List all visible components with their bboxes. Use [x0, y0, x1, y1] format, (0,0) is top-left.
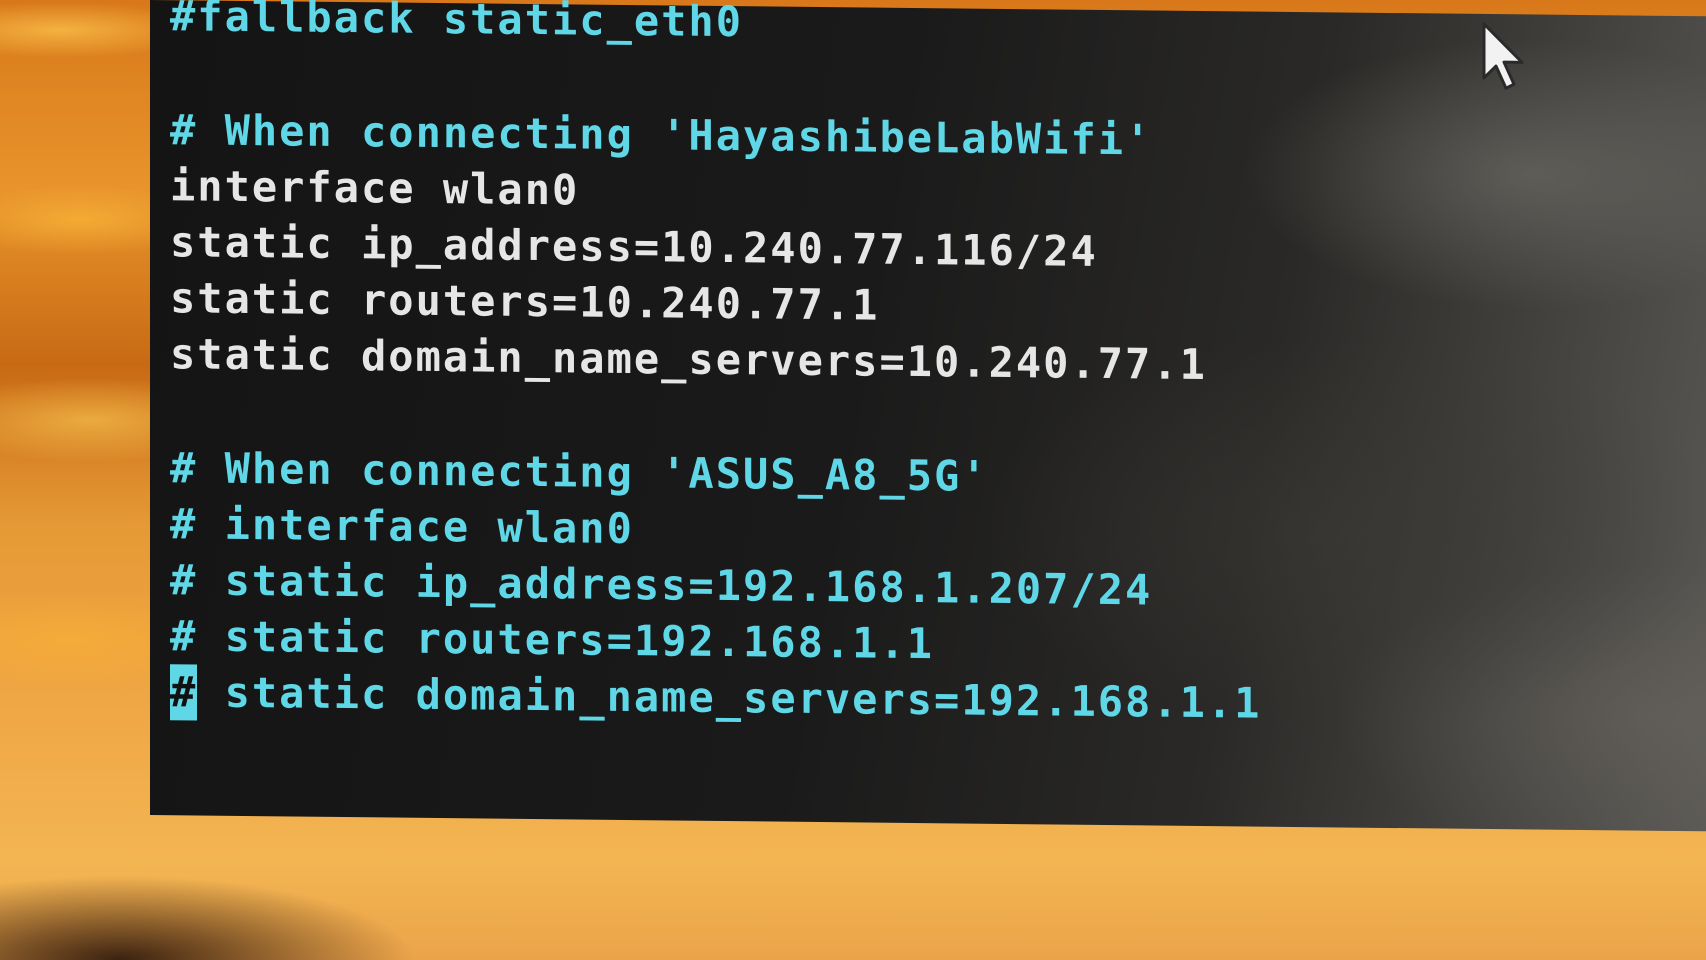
terminal-text-buffer[interactable]: #fallback static_eth0 # When connecting '…: [170, 0, 1261, 844]
comment-line-dns-with-cursor[interactable]: # static domain_name_servers=192.168.1.1: [170, 664, 1261, 731]
terminal-window[interactable]: #fallback static_eth0 # When connecting '…: [150, 0, 1706, 832]
config-line-dns[interactable]: static domain_name_servers=10.240.77.1: [170, 326, 1261, 393]
text-cursor: #: [170, 664, 198, 721]
comment-line-dns-text: static domain_name_servers=192.168.1.1: [224, 667, 1262, 728]
arrow-pointer-icon: [1482, 22, 1524, 90]
